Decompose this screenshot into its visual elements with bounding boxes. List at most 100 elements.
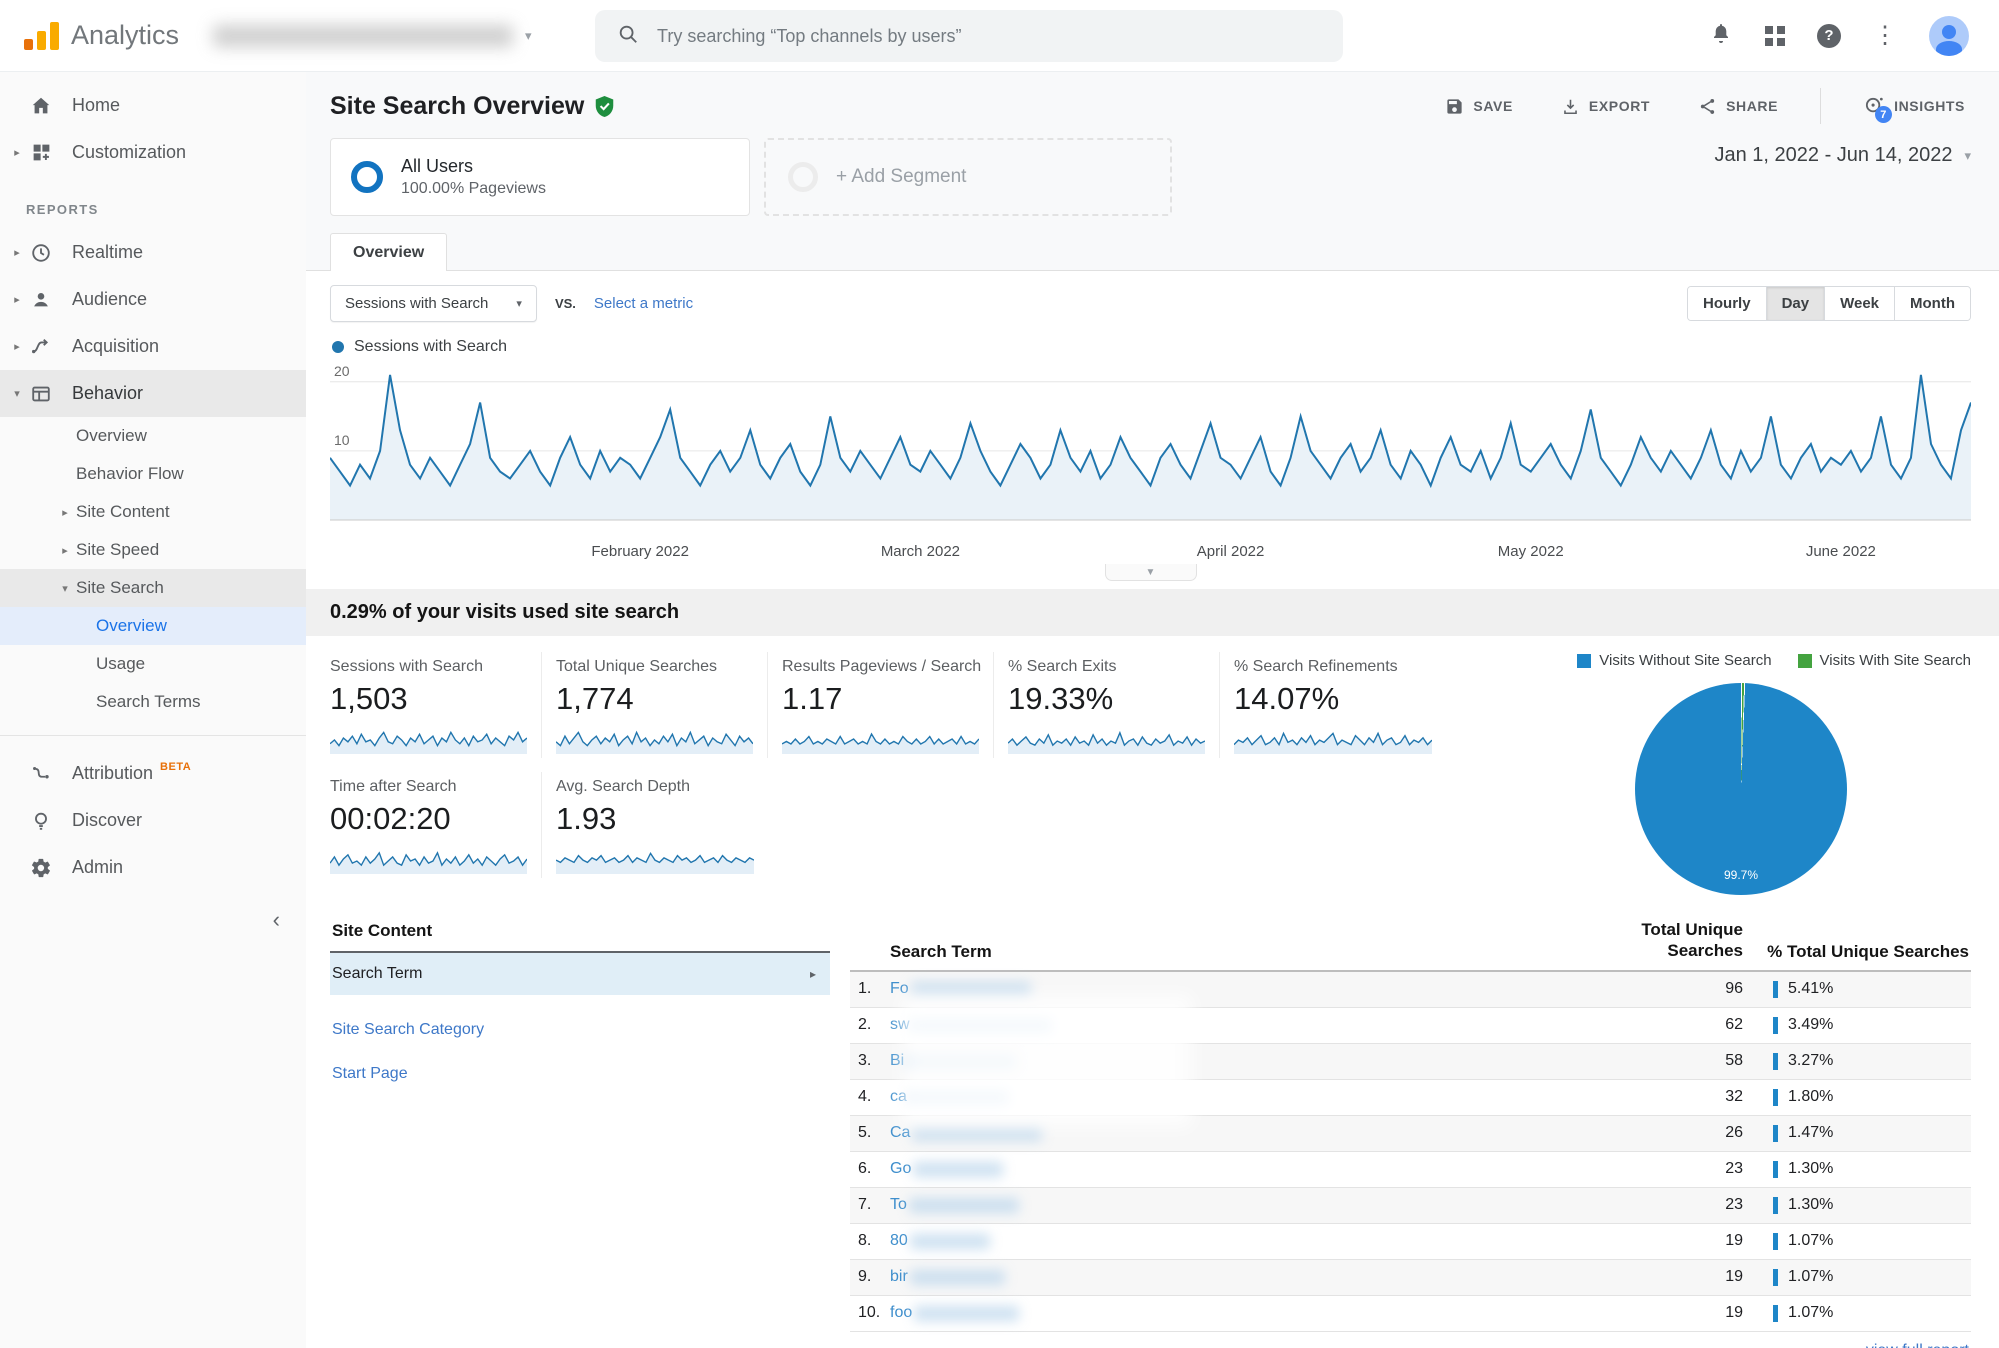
table-row: 5. Ca 26 1.47% <box>850 1115 1971 1152</box>
x-axis-month-label: April 2022 <box>1196 543 1265 560</box>
metric-value: 14.07% <box>1234 681 1340 716</box>
account-selector[interactable]: ▾ <box>213 24 532 47</box>
date-range-text: Jan 1, 2022 - Jun 14, 2022 <box>1714 144 1953 166</box>
sidebar-item-discover[interactable]: Discover <box>0 797 306 844</box>
metric-selector-value: Sessions with Search <box>345 295 489 312</box>
sidebar-collapse-button[interactable]: ‹ <box>0 891 306 933</box>
save-icon <box>1445 97 1464 116</box>
granularity-month-button[interactable]: Month <box>1894 287 1970 320</box>
sidebar-subitem-overview[interactable]: Overview <box>0 417 306 455</box>
sidebar-subitem-site-content[interactable]: ▸ Site Content <box>0 493 306 531</box>
sidebar-subitem-site-search[interactable]: ▾ Site Search <box>0 569 306 607</box>
share-button[interactable]: SHARE <box>1692 96 1784 117</box>
save-button[interactable]: SAVE <box>1439 96 1519 117</box>
sidebar-item-customization[interactable]: ▸ Customization <box>0 129 306 176</box>
sidebar-item-behavior[interactable]: ▾ Behavior <box>0 370 306 417</box>
sidebar-subitem-label: Overview <box>76 426 147 445</box>
metric-label: Time after Search <box>330 778 457 795</box>
legend-blue-square-icon <box>1577 653 1592 668</box>
table-row: 3. Bi 58 3.27% <box>850 1043 1971 1080</box>
acquisition-icon <box>28 336 54 358</box>
metric-cards: Sessions with Search 1,503 Total Unique … <box>330 652 1511 895</box>
export-button[interactable]: EXPORT <box>1555 96 1656 117</box>
search-term-link[interactable]: 80 <box>890 1232 1611 1250</box>
row-rank: 10. <box>858 1304 881 1321</box>
timeseries-svg <box>330 360 1971 540</box>
sidebar-item-admin[interactable]: Admin <box>0 844 306 891</box>
dimension-site-search-category[interactable]: Site Search Category <box>330 1021 830 1039</box>
sidebar-item-acquisition[interactable]: ▸ Acquisition <box>0 323 306 370</box>
sidebar-item-attribution[interactable]: Attribution BETA <box>0 750 306 797</box>
search-term-link[interactable]: foo <box>890 1304 1611 1322</box>
add-segment-button[interactable]: + Add Segment <box>764 138 1172 216</box>
add-segment-label: + Add Segment <box>836 166 967 187</box>
sidebar-item-audience[interactable]: ▸ Audience <box>0 276 306 323</box>
search-term-link[interactable]: Go <box>890 1160 1611 1178</box>
segment-all-users[interactable]: All Users 100.00% Pageviews <box>330 138 750 216</box>
caret-down-icon: ▾ <box>1964 147 1971 163</box>
granularity-day-button[interactable]: Day <box>1765 287 1825 320</box>
legend-green-square-icon <box>1797 653 1812 668</box>
caret-right-icon: ▸ <box>14 341 20 353</box>
sidebar-subsubitem-overview[interactable]: Overview <box>0 607 306 645</box>
sidebar-subsubitem-usage[interactable]: Usage <box>0 645 306 683</box>
sidebar-subsubitem-search-terms[interactable]: Search Terms <box>0 683 306 721</box>
metric-selector-dropdown[interactable]: Sessions with Search ▾ <box>330 285 537 322</box>
search-term-link[interactable]: Fo <box>890 980 1611 998</box>
granularity-week-button[interactable]: Week <box>1824 287 1895 320</box>
home-icon <box>28 95 54 117</box>
global-search[interactable] <box>595 10 1343 62</box>
series-legend-dot-icon <box>332 341 344 353</box>
search-term-link[interactable]: sw <box>890 1016 1611 1034</box>
metric-value: 1.17 <box>782 681 843 716</box>
pct-bar <box>1773 980 1778 998</box>
dimension-search-term[interactable]: Search Term ▸ <box>330 953 830 995</box>
date-range-selector[interactable]: Jan 1, 2022 - Jun 14, 2022 ▾ <box>1715 138 1972 167</box>
verified-shield-icon <box>594 95 615 118</box>
sidebar-item-realtime[interactable]: ▸ Realtime <box>0 229 306 276</box>
row-rank: 1. <box>858 980 872 997</box>
insights-button[interactable]: 7 INSIGHTS <box>1857 94 1971 123</box>
search-term-link[interactable]: ca <box>890 1088 1611 1106</box>
help-icon[interactable]: ? <box>1817 23 1841 48</box>
x-axis-month-label: June 2022 <box>1805 543 1876 560</box>
pie-slice-label: 99.7% <box>1723 868 1759 882</box>
search-term-link[interactable]: Ca <box>890 1124 1611 1142</box>
total-unique-searches-value: 96 <box>1725 980 1743 997</box>
col-search-term: Search Term <box>890 941 992 961</box>
avatar[interactable] <box>1929 15 1969 56</box>
blurred-term <box>914 1305 1020 1321</box>
search-term-link[interactable]: Bi <box>890 1052 1611 1070</box>
search-term-link[interactable]: To <box>890 1196 1611 1214</box>
apps-grid-icon[interactable] <box>1765 25 1785 46</box>
sidebar-item-label: Audience <box>72 289 148 309</box>
pie-legend: Visits Without Site Search Visits With S… <box>1577 652 1971 669</box>
search-input[interactable] <box>655 24 1321 48</box>
dimension-start-page[interactable]: Start Page <box>330 1065 830 1083</box>
toolbar-divider <box>1820 88 1822 124</box>
search-term-link[interactable]: bir <box>890 1268 1611 1286</box>
granularity-hourly-button[interactable]: Hourly <box>1688 287 1766 320</box>
row-rank: 6. <box>858 1160 872 1177</box>
notifications-bell-icon[interactable] <box>1709 21 1733 50</box>
sidebar-subsubitem-label: Search Terms <box>96 692 201 711</box>
analytics-logo-icon <box>24 21 59 50</box>
chart-collapse-toggle[interactable]: ▼ <box>1104 564 1197 581</box>
blurred-term <box>913 1161 1004 1177</box>
table-row: 1. Fo 96 5.41% <box>850 971 1971 1008</box>
timeseries-chart[interactable]: 10 20 <box>330 360 1971 540</box>
visits-pie-chart[interactable]: 99.7% <box>1635 683 1847 895</box>
metrics-section: Sessions with Search 1,503 Total Unique … <box>306 636 1999 899</box>
more-vert-icon[interactable]: ⋮ <box>1873 23 1897 48</box>
sidebar-item-home[interactable]: Home <box>0 82 306 129</box>
sidebar-subitem-site-speed[interactable]: ▸ Site Speed <box>0 531 306 569</box>
blurred-term <box>911 1017 1052 1033</box>
select-metric-link[interactable]: Select a metric <box>594 295 693 312</box>
pct-cell: 3.27% <box>1743 1052 1971 1070</box>
segment-circle-icon <box>351 161 383 193</box>
pct-cell: 1.30% <box>1743 1160 1971 1178</box>
sidebar-subitem-behavior-flow[interactable]: Behavior Flow <box>0 455 306 493</box>
attribution-icon <box>28 763 54 785</box>
view-full-report-link[interactable]: view full report <box>1866 1342 1969 1348</box>
tab-overview[interactable]: Overview <box>330 233 448 271</box>
